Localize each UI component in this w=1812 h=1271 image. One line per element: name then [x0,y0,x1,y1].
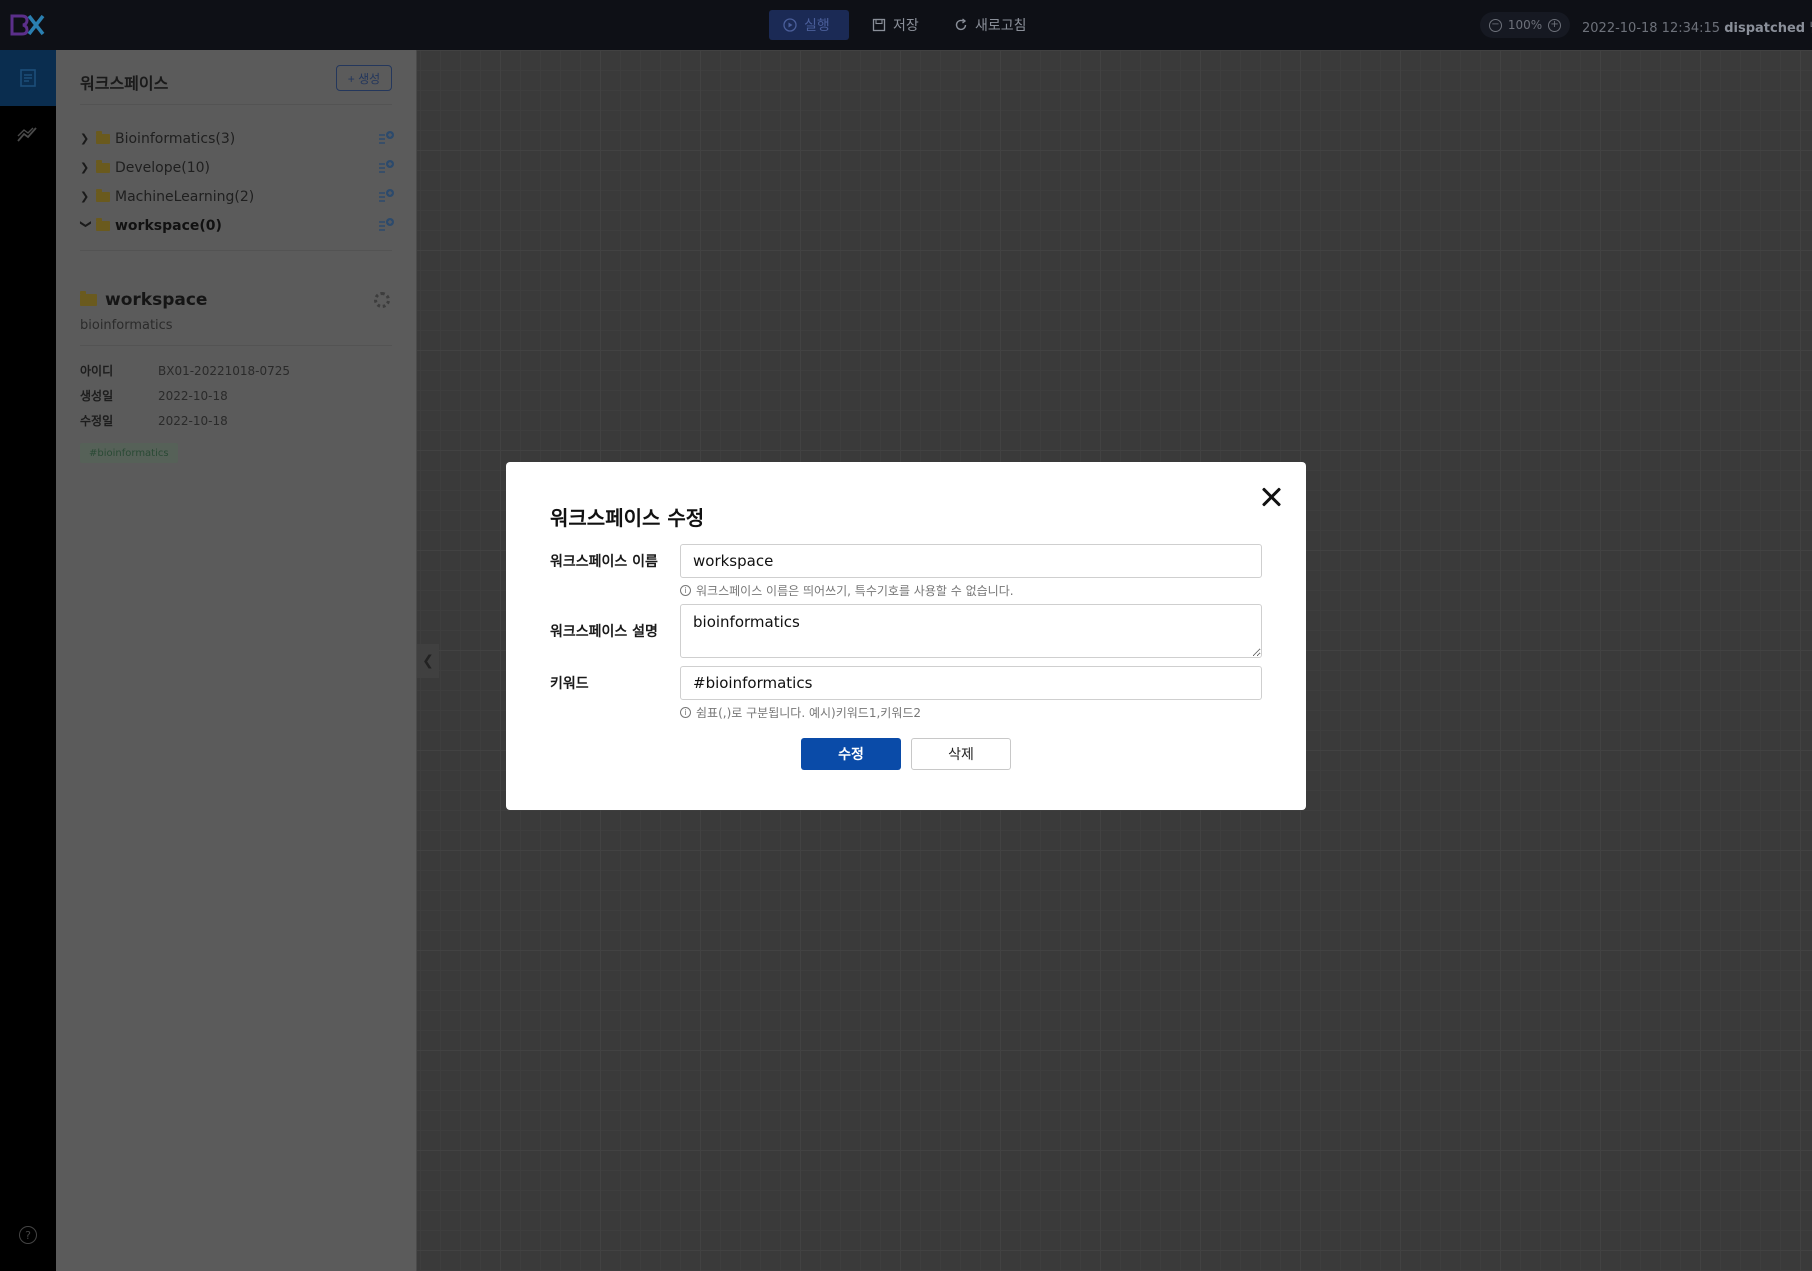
workspace-name: workspace [105,290,208,310]
app-logo [10,14,45,36]
info-key: 생성일 [80,389,114,403]
chevron-right-icon[interactable]: ❯ [80,190,92,203]
info-key: 아이디 [80,364,114,378]
divider [80,250,392,251]
folder-label: Bioinformatics(3) [115,130,236,147]
tree-folder-bioinformatics[interactable]: ❯ Bioinformatics(3) [80,124,395,153]
chevron-right-icon[interactable]: ❯ [80,161,92,174]
zoom-out-icon[interactable]: − [1488,18,1502,32]
keyword-hint: i 쉼표(,)로 구분됩니다. 예시)키워드1,키워드2 [680,704,921,721]
delete-workspace-button[interactable]: 삭제 [911,738,1011,770]
save-label: 저장 [893,18,919,34]
refresh-label: 새로고침 [975,18,1027,34]
user-name: dispatched [1724,21,1806,36]
datetime: 2022-10-18 12:34:15 [1582,21,1721,36]
top-bar: 실행 저장 새로고침 − 100% + 2022-10-18 12:34:15 … [0,0,1812,50]
folder-label: Develope(10) [115,159,210,176]
folder-icon [80,291,97,306]
left-rail: ? [0,50,56,1271]
collapse-panel-button[interactable]: ❮ [417,644,439,678]
workspace-description-input[interactable]: bioinformatics [680,604,1262,658]
info-row-id: 아이디 BX01-20221018-0725 [80,358,290,383]
info-icon: i [680,707,691,718]
modal-title: 워크스페이스 수정 [550,506,705,530]
document-list-icon [20,69,36,87]
folder-label: MachineLearning(2) [115,188,255,205]
divider [80,104,392,105]
panel-title: 워크스페이스 [80,74,169,93]
submit-edit-button[interactable]: 수정 [801,738,901,770]
zoom-in-icon[interactable]: + [1548,18,1562,32]
keyword-tag: #bioinformatics [80,443,178,463]
description-label: 워크스페이스 설명 [550,624,658,640]
run-button[interactable]: 실행 [769,10,849,40]
workspace-tree: ❯ Bioinformatics(3) ❯ Develope(10) ❯ Mac… [80,124,395,240]
refresh-icon [955,18,967,31]
trend-chart-icon [17,127,37,142]
save-button[interactable]: 저장 [858,10,933,40]
add-item-icon[interactable] [377,159,395,175]
keyword-hint-text: 쉼표(,)로 구분됩니다. 예시)키워드1,키워드2 [696,706,922,720]
rail-analytics-button[interactable] [0,106,56,162]
edit-workspace-modal: 워크스페이스 수정 워크스페이스 이름 i 워크스페이스 이름은 띄어쓰기, 특… [506,462,1306,810]
tree-folder-develope[interactable]: ❯ Develope(10) [80,153,395,182]
workspace-info: 아이디 BX01-20221018-0725 생성일 2022-10-18 수정… [80,358,290,433]
folder-icon [96,159,110,173]
help-icon[interactable]: ? [19,1226,37,1244]
info-value: 2022-10-18 [158,388,228,403]
info-row-modified: 수정일 2022-10-18 [80,408,290,433]
info-row-created: 생성일 2022-10-18 [80,383,290,408]
info-icon: i [680,585,691,596]
name-hint-text: 워크스페이스 이름은 띄어쓰기, 특수기호를 사용할 수 없습니다. [696,584,1014,598]
workspace-name-input[interactable] [680,544,1262,578]
workspace-description: bioinformatics [80,318,173,333]
zoom-control: − 100% + [1480,12,1570,38]
add-item-icon[interactable] [377,188,395,204]
workspace-detail-header: workspace [80,290,207,310]
name-label: 워크스페이스 이름 [550,554,658,570]
name-hint: i 워크스페이스 이름은 띄어쓰기, 특수기호를 사용할 수 없습니다. [680,582,1014,599]
add-item-icon[interactable] [377,130,395,146]
play-circle-icon [783,18,797,32]
folder-icon [96,188,110,202]
create-workspace-button[interactable]: + 생성 [336,65,392,91]
folder-icon [96,217,110,231]
divider [80,345,392,346]
close-icon[interactable] [1258,484,1284,510]
add-item-icon[interactable] [377,217,395,233]
info-value: BX01-20221018-0725 [158,363,290,378]
zoom-level: 100% [1507,18,1543,32]
keyword-input[interactable] [680,666,1262,700]
chevron-right-icon[interactable]: ❯ [80,132,92,145]
tree-folder-machinelearning[interactable]: ❯ MachineLearning(2) [80,182,395,211]
save-icon [872,18,886,32]
rail-workspace-button[interactable] [0,50,56,106]
folder-icon [96,130,110,144]
tree-folder-workspace[interactable]: ❯ workspace(0) [80,211,395,240]
run-label: 실행 [804,18,830,34]
chevron-down-icon[interactable]: ❯ [80,220,93,232]
workspace-panel: 워크스페이스 + 생성 ❯ Bioinformatics(3) ❯ Develo… [56,50,417,1271]
info-value: 2022-10-18 [158,413,228,428]
chevron-left-icon: ❮ [422,653,434,669]
folder-label: workspace(0) [115,217,222,234]
keyword-label: 키워드 [550,676,589,692]
datetime-user: 2022-10-18 12:34:15 dispatched 님 [1582,17,1812,36]
info-key: 수정일 [80,414,114,428]
refresh-button[interactable]: 새로고침 [940,10,1041,40]
gear-icon[interactable] [374,292,390,308]
